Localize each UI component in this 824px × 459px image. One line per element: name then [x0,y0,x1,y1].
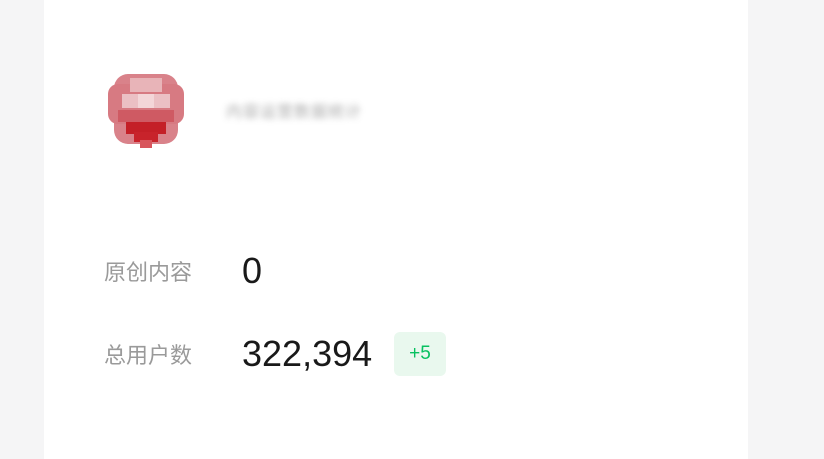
account-name[interactable]: 内容运营数据统计 [226,98,362,122]
original-content-row: 原创内容 0 [104,248,262,294]
total-users-label: 总用户数 [104,344,193,369]
total-users-row: 总用户数 322,394 +5 [104,330,446,378]
total-users-delta-badge: +5 [394,332,446,376]
total-users-value: 322,394 [242,333,373,374]
account-header: 内容运营数据统计 [104,68,362,152]
account-summary-card: 内容运营数据统计 原创内容 0 总用户数 322,394 +5 [44,0,748,459]
original-content-label: 原创内容 [104,261,193,286]
red-shield-logo-icon [108,74,184,148]
original-content-value: 0 [242,250,263,291]
